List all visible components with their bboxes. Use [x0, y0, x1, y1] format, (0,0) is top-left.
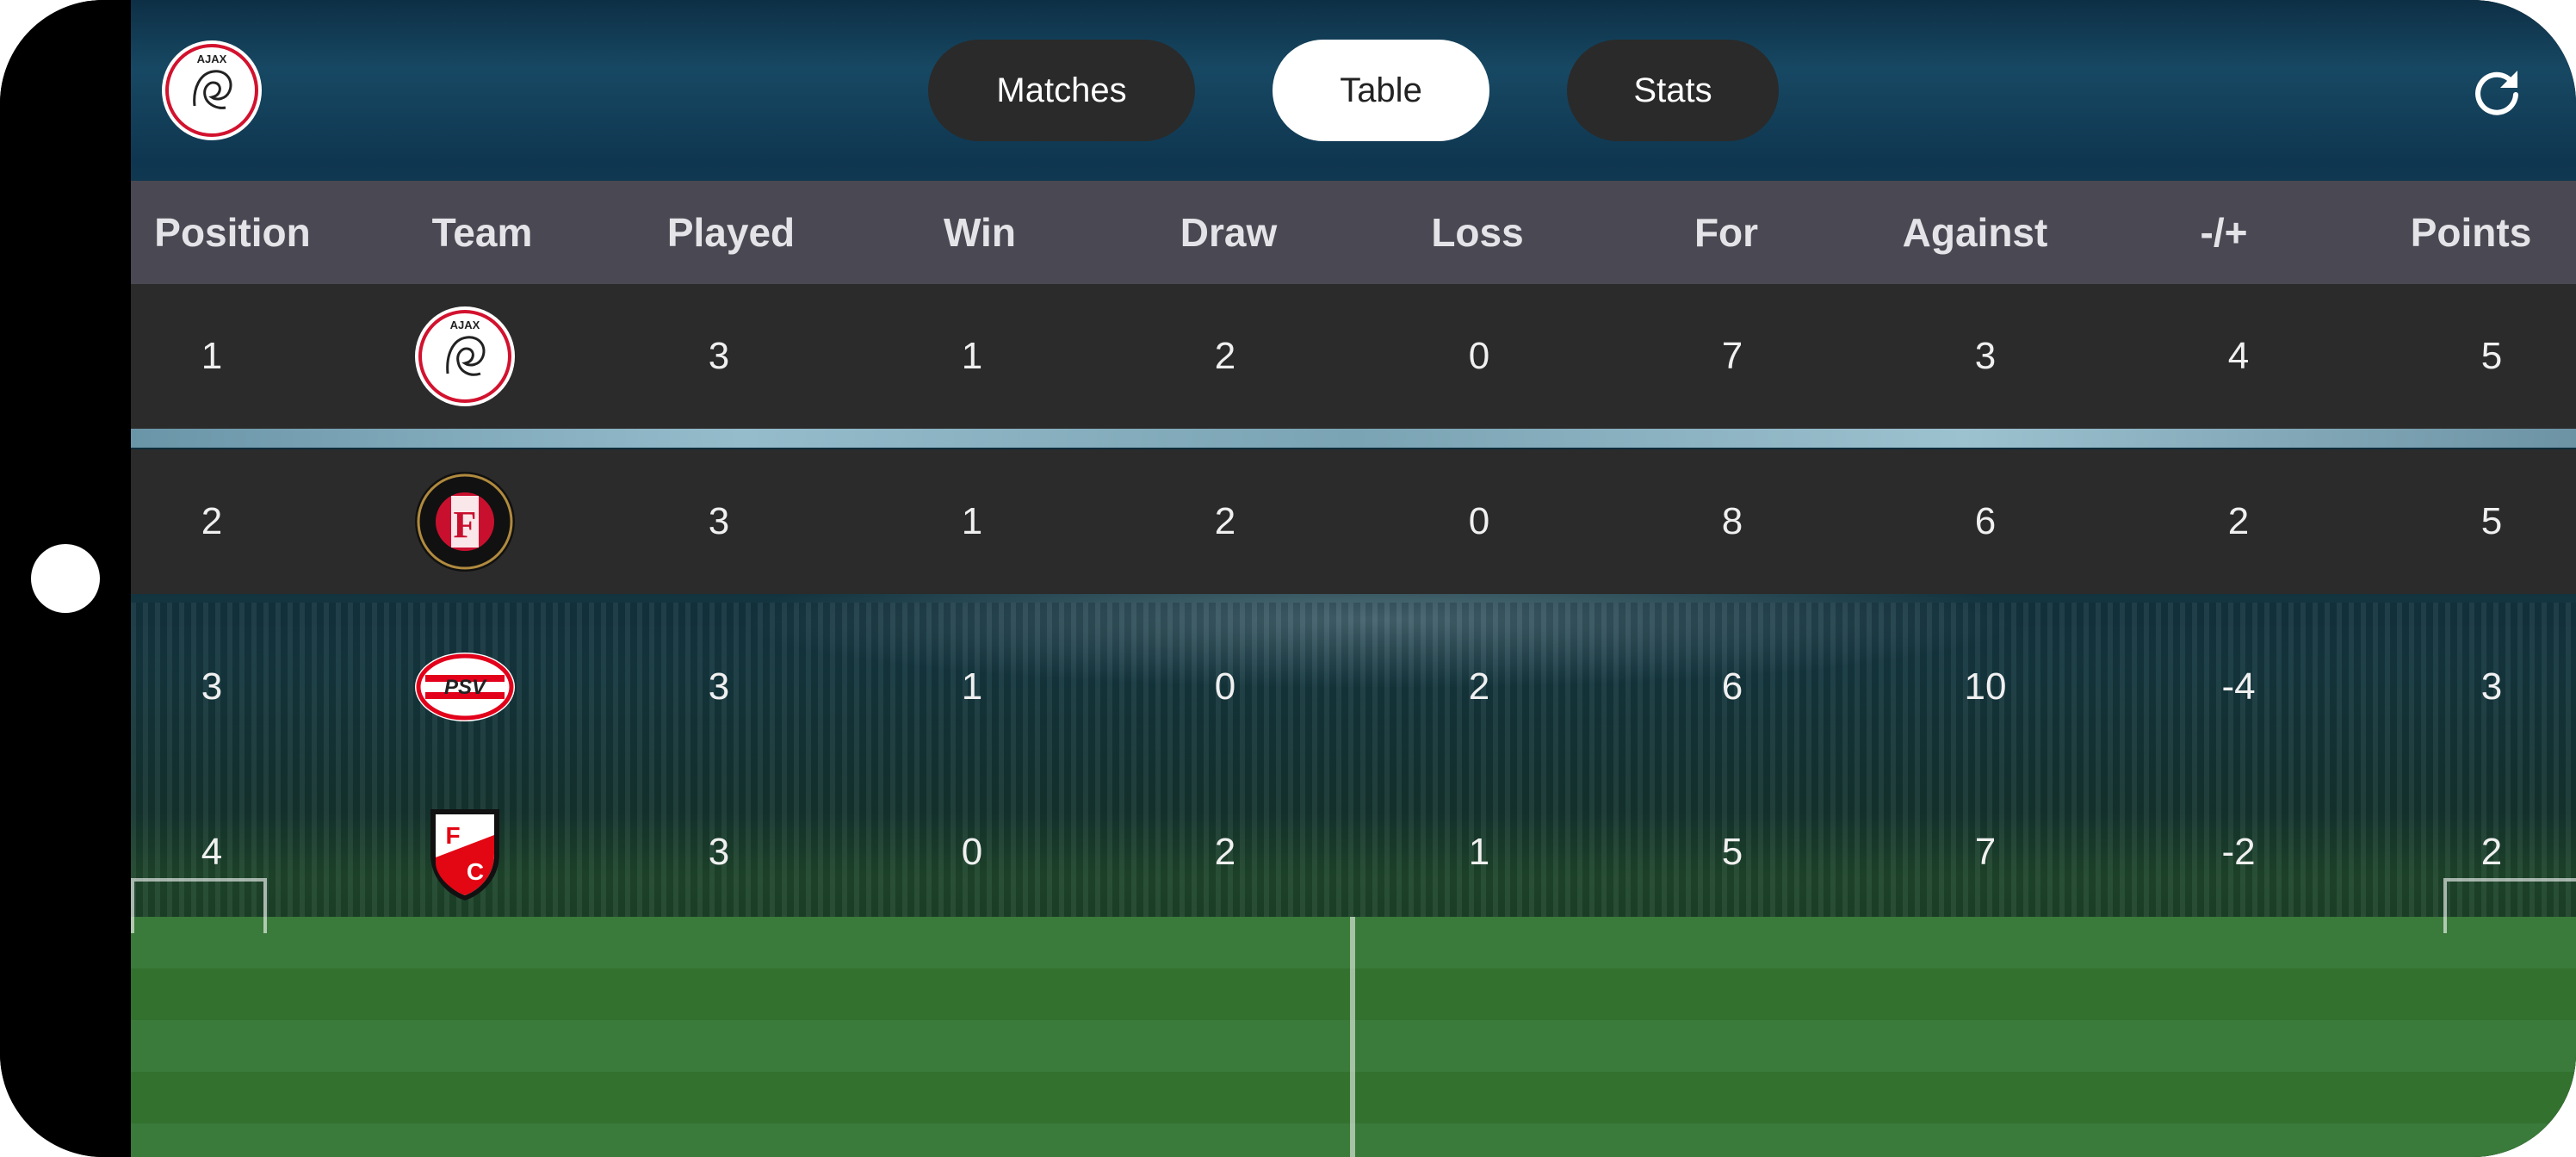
- cell-loss: 1: [1468, 831, 1490, 873]
- crest-letter-c: C: [467, 858, 484, 885]
- table-row[interactable]: 3 PSV 3 1 0 2 6 10 -4 3: [131, 615, 2576, 759]
- cell-against: 10: [1964, 665, 2007, 708]
- top-bar: AJAX Matches Table Stats: [131, 0, 2576, 181]
- crest-letter: F: [454, 504, 477, 546]
- crest-text: PSV: [444, 676, 487, 699]
- tab-stats[interactable]: Stats: [1567, 40, 1779, 141]
- cell-draw: 2: [1214, 500, 1236, 542]
- device-frame: AJAX Matches Table Stats Position Team P…: [0, 0, 2576, 1157]
- cell-win: 0: [961, 831, 983, 873]
- cell-for: 8: [1721, 500, 1743, 542]
- cell-win: 1: [961, 500, 983, 542]
- cell-played: 3: [708, 335, 730, 377]
- cell-against: 7: [1974, 831, 1997, 873]
- feyenoord-crest-icon: F: [415, 472, 515, 572]
- header-for[interactable]: For: [1694, 181, 1758, 284]
- cell-against: 3: [1974, 335, 1997, 377]
- cell-win: 1: [961, 335, 983, 377]
- cell-against: 6: [1974, 500, 1997, 542]
- cell-win: 1: [961, 665, 983, 708]
- ajax-logo-icon[interactable]: AJAX: [160, 39, 263, 142]
- cell-loss: 0: [1468, 500, 1490, 542]
- utrecht-crest-icon: F C: [430, 809, 499, 900]
- table-row[interactable]: 1 AJAX 3 1 2 0 7 3 4 5: [131, 284, 2576, 429]
- crest-text: AJAX: [450, 319, 480, 331]
- tab-matches[interactable]: Matches: [928, 40, 1195, 141]
- cell-points: 2: [2480, 831, 2503, 873]
- cell-points: 5: [2480, 500, 2503, 542]
- cell-position: 2: [201, 500, 223, 542]
- header-against[interactable]: Against: [1903, 181, 2048, 284]
- cell-for: 6: [1721, 665, 1743, 708]
- cell-played: 3: [708, 831, 730, 873]
- cell-loss: 0: [1468, 335, 1490, 377]
- cell-goal-difference: 4: [2227, 335, 2250, 377]
- cell-position: 4: [201, 831, 223, 873]
- standings-table-header: Position Team Played Win Draw Loss For A…: [131, 181, 2576, 284]
- pitch-center-line: [1350, 917, 1355, 1157]
- cell-draw: 0: [1214, 665, 1236, 708]
- ajax-crest-icon: AJAX: [415, 306, 515, 406]
- header-position[interactable]: Position: [154, 181, 310, 284]
- crest-letter-f: F: [445, 822, 460, 849]
- table-row[interactable]: 4 F C 3 0 2 1 5 7 -2 2: [131, 780, 2576, 925]
- cell-for: 5: [1721, 831, 1743, 873]
- cell-loss: 2: [1468, 665, 1490, 708]
- cell-goal-difference: -2: [2221, 831, 2256, 873]
- cell-points: 5: [2480, 335, 2503, 377]
- refresh-icon[interactable]: [2469, 64, 2524, 119]
- cell-goal-difference: -4: [2221, 665, 2256, 708]
- cell-goal-difference: 2: [2227, 500, 2250, 542]
- cell-points: 3: [2480, 665, 2503, 708]
- header-played[interactable]: Played: [667, 181, 795, 284]
- front-camera: [31, 544, 100, 613]
- cell-for: 7: [1721, 335, 1743, 377]
- header-points[interactable]: Points: [2411, 181, 2532, 284]
- header-draw[interactable]: Draw: [1180, 181, 1277, 284]
- tab-table[interactable]: Table: [1273, 40, 1489, 141]
- cell-position: 1: [201, 335, 223, 377]
- cell-played: 3: [708, 665, 730, 708]
- header-goal-difference[interactable]: -/+: [2201, 181, 2248, 284]
- app-screen: AJAX Matches Table Stats Position Team P…: [131, 0, 2576, 1157]
- header-win[interactable]: Win: [944, 181, 1016, 284]
- table-row[interactable]: 2 F 3 1 2 0 8 6 2 5: [131, 449, 2576, 594]
- cell-position: 3: [201, 665, 223, 708]
- cell-draw: 2: [1214, 831, 1236, 873]
- psv-crest-icon: PSV: [415, 653, 515, 721]
- header-loss[interactable]: Loss: [1431, 181, 1523, 284]
- device-camera-bar: [0, 0, 131, 1157]
- ajax-logo-text: AJAX: [197, 53, 227, 65]
- cell-draw: 2: [1214, 335, 1236, 377]
- cell-played: 3: [708, 500, 730, 542]
- header-team[interactable]: Team: [432, 181, 533, 284]
- background-band: [131, 429, 2576, 448]
